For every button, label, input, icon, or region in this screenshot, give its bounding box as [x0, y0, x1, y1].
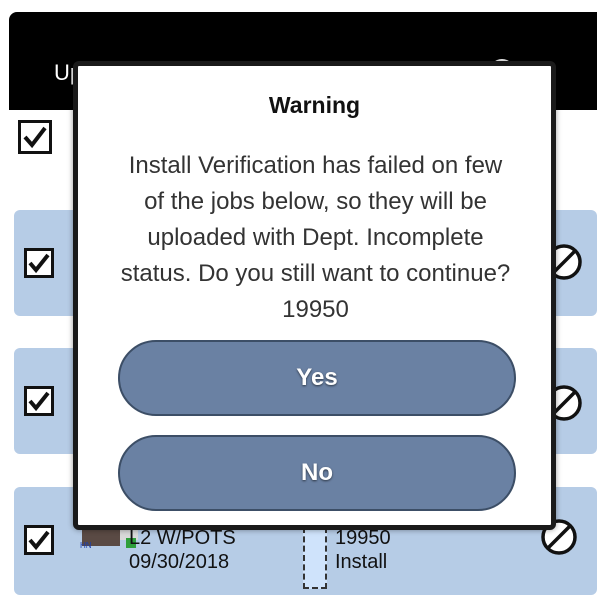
- svg-text:HN: HN: [80, 541, 92, 550]
- message-line: Install Verification has failed on few: [128, 152, 503, 179]
- no-button[interactable]: No: [118, 435, 516, 511]
- select-all-checkbox[interactable]: [18, 120, 52, 154]
- yes-button[interactable]: Yes: [118, 340, 516, 416]
- check-icon: [28, 530, 50, 551]
- dialog-message: Install Verification has failed on few o…: [86, 148, 545, 328]
- message-job-id: 19950: [282, 296, 349, 323]
- job-checkbox[interactable]: [24, 386, 54, 416]
- job-type: Install: [335, 551, 388, 573]
- status-indicator: [303, 527, 327, 589]
- dialog-title: Warning: [268, 92, 361, 118]
- check-icon: [28, 253, 50, 274]
- job-date: 09/30/2018: [129, 551, 230, 573]
- job-service-label: L2 W/POTS: [129, 527, 236, 549]
- job-checkbox[interactable]: [24, 525, 54, 555]
- job-checkbox[interactable]: [24, 248, 54, 278]
- message-line: status. Do you still want to continue?: [120, 260, 511, 287]
- check-icon: [23, 126, 47, 149]
- message-line: uploaded with Dept. Incomplete: [147, 224, 484, 251]
- message-line: of the jobs below, so they will be: [144, 188, 487, 215]
- job-id: 19950: [335, 527, 391, 549]
- check-icon: [28, 391, 50, 412]
- warning-dialog: Warning Install Verification has failed …: [73, 61, 556, 530]
